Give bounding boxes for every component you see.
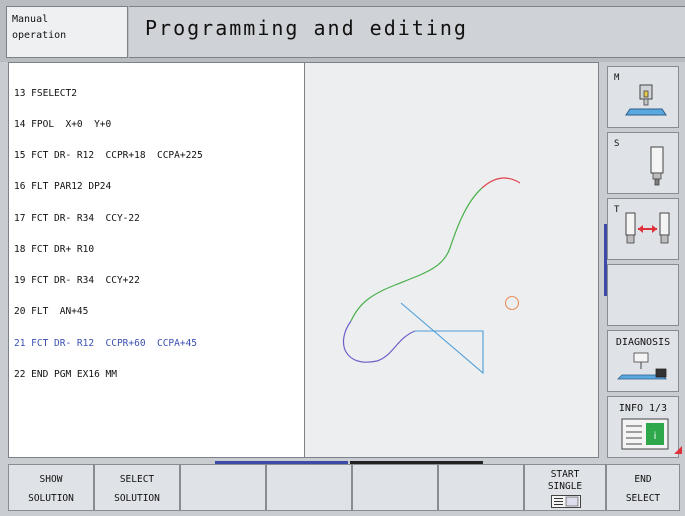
program-line[interactable]: 16 FLT PAR12 DP24 (14, 182, 299, 193)
contour-triangle (400, 302, 484, 375)
program-line[interactable]: 15 FCT DR- R12 CCPR+18 CCPA+225 (14, 150, 299, 161)
info-softkey[interactable]: INFO 1/3 i (607, 396, 679, 458)
program-listing[interactable]: 13 FSELECT2 14 FPOL X+0 Y+0 15 FCT DR- R… (8, 62, 305, 458)
select-solution-label-2: SOLUTION (114, 493, 160, 504)
status-corner-icon (674, 446, 682, 454)
mode-label-line1: Manual (12, 14, 49, 25)
start-single-button[interactable]: START SINGLE (524, 464, 606, 511)
program-line[interactable]: 13 FSELECT2 (14, 88, 299, 99)
start-single-label-1: START (550, 469, 580, 480)
softkey-empty[interactable] (438, 464, 524, 511)
contour-arc-green (350, 187, 483, 322)
program-line[interactable]: 20 FLT AN+45 (14, 306, 299, 317)
show-solution-label-1: SHOW (39, 474, 63, 485)
svg-text:i: i (654, 431, 657, 442)
diagnosis-softkey[interactable]: DIAGNOSIS (607, 330, 679, 392)
program-line[interactable]: 18 FCT DR+ R10 (14, 244, 299, 255)
program-line[interactable]: 17 FCT DR- R34 CCY-22 (14, 213, 299, 224)
page-title: Programming and editing (145, 16, 468, 40)
program-line[interactable]: 22 END PGM EX16 MM (14, 369, 299, 380)
program-line-active[interactable]: 21 FCT DR- R12 CCPR+60 CCPA+45 (14, 338, 299, 349)
contour-graphic (305, 62, 599, 458)
header-bar: Manual operation Programming and editing (0, 0, 685, 62)
softkey-t[interactable]: T (607, 198, 679, 260)
end-select-label-2: SELECT (625, 493, 661, 504)
mode-indicator: Manual operation (6, 6, 128, 58)
softkey-m-label: M (614, 73, 620, 83)
softkey-empty[interactable] (352, 464, 438, 511)
end-select-button[interactable]: END SELECT (606, 464, 680, 511)
contour-circle (504, 295, 520, 311)
end-select-label-1: END (634, 474, 652, 485)
info-icon: i (621, 418, 669, 450)
softkey-blank[interactable] (607, 264, 679, 326)
softkey-empty[interactable] (266, 464, 352, 511)
select-solution-label-1: SELECT (119, 474, 155, 485)
start-single-label-2: SINGLE (547, 481, 583, 492)
softkey-m[interactable]: M (607, 66, 679, 128)
softkey-s[interactable]: S (607, 132, 679, 194)
mode-label-line2: operation (12, 30, 67, 41)
title-panel: Programming and editing (129, 6, 685, 58)
info-label: INFO 1/3 (618, 403, 668, 414)
single-block-icon (551, 495, 581, 508)
machine-table-icon (625, 84, 667, 116)
contour-drawing (342, 177, 521, 375)
softkey-s-label: S (614, 139, 620, 149)
show-solution-button[interactable]: SHOW SOLUTION (8, 464, 94, 511)
select-solution-button[interactable]: SELECT SOLUTION (94, 464, 180, 511)
program-line[interactable]: 19 FCT DR- R34 CCY+22 (14, 275, 299, 286)
softkey-empty[interactable] (180, 464, 266, 511)
contour-arc-red (481, 177, 521, 189)
contour-arc-purple (342, 320, 416, 363)
show-solution-label-2: SOLUTION (28, 493, 74, 504)
tool-change-icon (625, 212, 670, 244)
spindle-tool-icon (650, 146, 664, 186)
diagnosis-icon (617, 352, 667, 380)
diagnosis-label: DIAGNOSIS (615, 337, 671, 348)
program-line[interactable]: 14 FPOL X+0 Y+0 (14, 119, 299, 130)
